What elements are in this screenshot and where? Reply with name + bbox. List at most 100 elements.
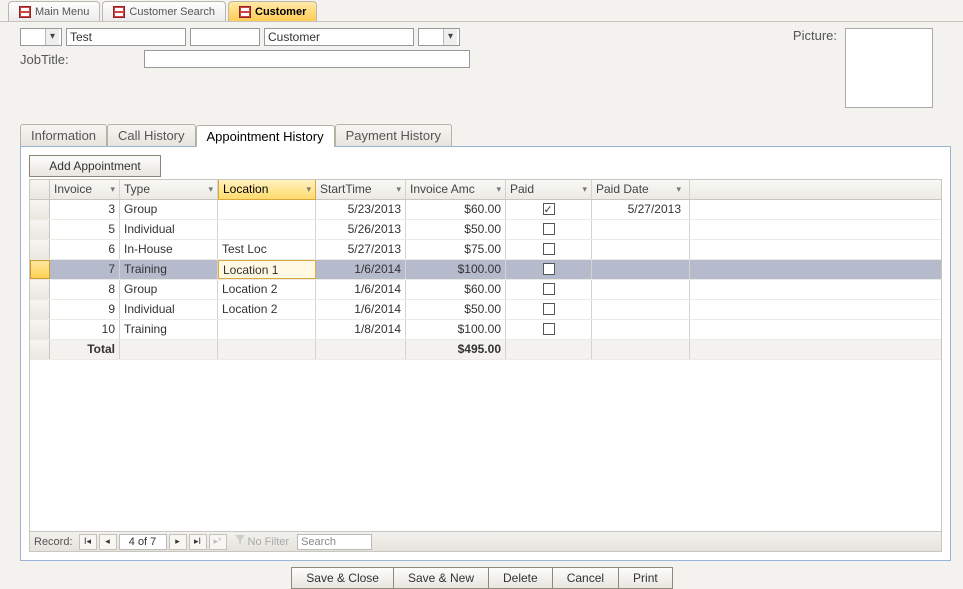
row-selector[interactable] xyxy=(30,320,50,339)
cell-location[interactable]: Location 2 xyxy=(218,300,316,319)
first-name-input[interactable]: Test xyxy=(66,28,186,46)
col-header-invoice-amt[interactable]: Invoice Amc▾ xyxy=(406,180,506,199)
col-header-invoice[interactable]: Invoice▾ xyxy=(50,180,120,199)
row-selector[interactable] xyxy=(30,200,50,219)
cell-starttime[interactable]: 1/8/2014 xyxy=(316,320,406,339)
cell-paid-date[interactable] xyxy=(592,220,690,239)
row-selector[interactable] xyxy=(30,280,50,299)
jobtitle-input[interactable] xyxy=(144,50,470,68)
cell-starttime[interactable]: 5/27/2013 xyxy=(316,240,406,259)
table-row[interactable]: 9IndividualLocation 21/6/2014$50.00 xyxy=(30,300,941,320)
cell-amount[interactable]: $60.00 xyxy=(406,200,506,219)
cell-location[interactable]: Location 1 xyxy=(218,260,316,279)
nav-new-button[interactable]: ▸* xyxy=(209,534,227,550)
cell-location[interactable] xyxy=(218,200,316,219)
cell-starttime[interactable]: 1/6/2014 xyxy=(316,280,406,299)
cell-paid-date[interactable] xyxy=(592,320,690,339)
cell-starttime[interactable]: 1/6/2014 xyxy=(316,300,406,319)
cell-invoice[interactable]: 5 xyxy=(50,220,120,239)
checkbox-icon[interactable] xyxy=(543,323,555,335)
row-selector[interactable] xyxy=(30,260,50,279)
window-tab-customer-search[interactable]: Customer Search xyxy=(102,1,226,21)
save-new-button[interactable]: Save & New xyxy=(393,567,489,589)
cell-type[interactable]: Group xyxy=(120,280,218,299)
cell-paid-date[interactable] xyxy=(592,260,690,279)
cell-invoice[interactable]: 7 xyxy=(50,260,120,279)
picture-box[interactable] xyxy=(845,28,933,108)
row-selector[interactable] xyxy=(30,300,50,319)
cell-type[interactable]: In-House xyxy=(120,240,218,259)
no-filter-indicator[interactable]: No Filter xyxy=(235,535,290,548)
checkbox-icon[interactable] xyxy=(543,203,555,215)
save-close-button[interactable]: Save & Close xyxy=(291,567,394,589)
print-button[interactable]: Print xyxy=(618,567,673,589)
cell-type[interactable]: Individual xyxy=(120,300,218,319)
table-row[interactable]: 5Individual 5/26/2013$50.00 xyxy=(30,220,941,240)
middle-name-input[interactable] xyxy=(190,28,260,46)
suffix-combo[interactable] xyxy=(418,28,460,46)
add-appointment-button[interactable]: Add Appointment xyxy=(29,155,161,177)
checkbox-icon[interactable] xyxy=(543,283,555,295)
cell-invoice[interactable]: 6 xyxy=(50,240,120,259)
cell-amount[interactable]: $75.00 xyxy=(406,240,506,259)
cell-type[interactable]: Individual xyxy=(120,220,218,239)
nav-prev-button[interactable]: ◂ xyxy=(99,534,117,550)
table-row[interactable]: 3Group 5/23/2013$60.00 5/27/2013 xyxy=(30,200,941,220)
cell-paid-date[interactable]: 5/27/2013 xyxy=(592,200,690,219)
cell-paid-date[interactable] xyxy=(592,300,690,319)
cell-amount[interactable]: $50.00 xyxy=(406,300,506,319)
cell-starttime[interactable]: 5/26/2013 xyxy=(316,220,406,239)
cell-type[interactable]: Training xyxy=(120,260,218,279)
cell-amount[interactable]: $60.00 xyxy=(406,280,506,299)
nav-last-button[interactable]: ▸I xyxy=(189,534,207,550)
cell-amount[interactable]: $100.00 xyxy=(406,260,506,279)
cell-paid[interactable] xyxy=(506,300,592,319)
row-selector[interactable] xyxy=(30,240,50,259)
col-header-starttime[interactable]: StartTime▾ xyxy=(316,180,406,199)
cell-paid[interactable] xyxy=(506,280,592,299)
cell-invoice[interactable]: 10 xyxy=(50,320,120,339)
record-position[interactable]: 4 of 7 xyxy=(119,534,167,550)
col-header-location[interactable]: Location▾ xyxy=(218,179,316,200)
table-row[interactable]: 8GroupLocation 21/6/2014$60.00 xyxy=(30,280,941,300)
cell-paid-date[interactable] xyxy=(592,240,690,259)
cell-location[interactable]: Location 2 xyxy=(218,280,316,299)
cell-paid[interactable] xyxy=(506,260,592,279)
grid-search-input[interactable]: Search xyxy=(297,534,372,550)
tab-call-history[interactable]: Call History xyxy=(107,124,195,146)
checkbox-icon[interactable] xyxy=(543,303,555,315)
col-header-paid-date[interactable]: Paid Date▾ xyxy=(592,180,690,199)
delete-button[interactable]: Delete xyxy=(488,567,553,589)
cell-amount[interactable]: $50.00 xyxy=(406,220,506,239)
cell-location[interactable] xyxy=(218,320,316,339)
cell-amount[interactable]: $100.00 xyxy=(406,320,506,339)
cell-location[interactable] xyxy=(218,220,316,239)
cancel-button[interactable]: Cancel xyxy=(552,567,619,589)
cell-paid[interactable] xyxy=(506,240,592,259)
title-prefix-combo[interactable] xyxy=(20,28,62,46)
table-row[interactable]: 7TrainingLocation 11/6/2014$100.00 xyxy=(30,260,941,280)
cell-location[interactable]: Test Loc xyxy=(218,240,316,259)
col-header-paid[interactable]: Paid▾ xyxy=(506,180,592,199)
col-header-type[interactable]: Type▾ xyxy=(120,180,218,199)
nav-next-button[interactable]: ▸ xyxy=(169,534,187,550)
cell-starttime[interactable]: 5/23/2013 xyxy=(316,200,406,219)
nav-first-button[interactable]: I◂ xyxy=(79,534,97,550)
cell-invoice[interactable]: 9 xyxy=(50,300,120,319)
cell-invoice[interactable]: 3 xyxy=(50,200,120,219)
select-all-corner[interactable] xyxy=(30,180,50,199)
last-name-input[interactable]: Customer xyxy=(264,28,414,46)
cell-paid[interactable] xyxy=(506,200,592,219)
cell-type[interactable]: Group xyxy=(120,200,218,219)
table-row[interactable]: 10Training1/8/2014$100.00 xyxy=(30,320,941,340)
cell-starttime[interactable]: 1/6/2014 xyxy=(316,260,406,279)
checkbox-icon[interactable] xyxy=(543,223,555,235)
cell-paid[interactable] xyxy=(506,320,592,339)
window-tab-customer[interactable]: Customer xyxy=(228,1,317,21)
cell-paid[interactable] xyxy=(506,220,592,239)
cell-paid-date[interactable] xyxy=(592,280,690,299)
tab-appointment-history[interactable]: Appointment History xyxy=(196,125,335,147)
checkbox-icon[interactable] xyxy=(543,243,555,255)
table-row[interactable]: 6In-HouseTest Loc5/27/2013$75.00 xyxy=(30,240,941,260)
tab-payment-history[interactable]: Payment History xyxy=(335,124,452,146)
